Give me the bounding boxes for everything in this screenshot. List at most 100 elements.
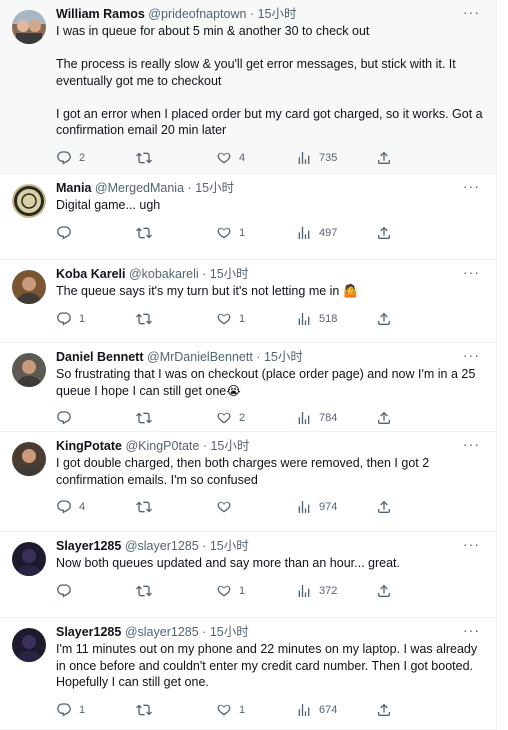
views-button[interactable]: 674 xyxy=(296,702,376,718)
more-options-icon[interactable]: ··· xyxy=(463,347,480,363)
like-button[interactable]: 4 xyxy=(216,150,296,166)
author-handle[interactable]: @KingP0tate xyxy=(125,439,199,453)
avatar-dark-figure-photo[interactable] xyxy=(12,542,46,576)
timestamp[interactable]: 15小时 xyxy=(264,350,303,364)
like-button[interactable] xyxy=(216,499,296,515)
reply-button[interactable] xyxy=(56,583,136,599)
more-options-icon[interactable]: ··· xyxy=(463,536,480,552)
tweet[interactable]: ··· Daniel Bennett @MrDanielBennett · 15… xyxy=(0,343,496,432)
separator-dot: · xyxy=(202,539,207,553)
more-options-icon[interactable]: ··· xyxy=(463,4,480,20)
timestamp[interactable]: 15小时 xyxy=(195,181,234,195)
retweet-button[interactable] xyxy=(136,499,216,515)
tweet-header: William Ramos @prideofnaptown · 15小时 xyxy=(56,6,484,22)
avatar-man-photo[interactable] xyxy=(12,353,46,387)
like-button[interactable]: 1 xyxy=(216,225,296,241)
views-button[interactable]: 518 xyxy=(296,311,376,327)
like-button[interactable]: 2 xyxy=(216,410,296,426)
retweet-button[interactable] xyxy=(136,225,216,241)
views-button[interactable]: 372 xyxy=(296,583,376,599)
author-handle[interactable]: @slayer1285 xyxy=(125,539,199,553)
retweet-button[interactable] xyxy=(136,150,216,166)
like-icon xyxy=(217,704,231,715)
reply-button[interactable] xyxy=(56,225,136,241)
retweet-icon xyxy=(136,585,152,596)
views-icon xyxy=(298,226,310,239)
views-button[interactable]: 784 xyxy=(296,410,376,426)
views-count: 497 xyxy=(319,226,338,239)
share-button[interactable] xyxy=(376,311,399,327)
reply-button[interactable]: 2 xyxy=(56,150,136,166)
author-name[interactable]: Daniel Bennett xyxy=(56,350,144,364)
retweet-button[interactable] xyxy=(136,583,216,599)
views-button[interactable]: 497 xyxy=(296,225,376,241)
separator-dot: · xyxy=(256,350,261,364)
reply-button[interactable]: 1 xyxy=(56,311,136,327)
avatar-guitar-photo[interactable] xyxy=(12,270,46,304)
author-handle[interactable]: @MrDanielBennett xyxy=(147,350,253,364)
more-options-icon[interactable]: ··· xyxy=(463,178,480,194)
retweet-button[interactable] xyxy=(136,410,216,426)
more-options-icon[interactable]: ··· xyxy=(463,436,480,452)
tweet[interactable]: ··· KingPotate @KingP0tate · 15小时 I got … xyxy=(0,432,496,532)
tweet-header: Mania @MergedMania · 15小时 xyxy=(56,180,484,196)
avatar-couple-photo[interactable] xyxy=(12,10,46,44)
avatar-bearded-man-photo[interactable] xyxy=(12,442,46,476)
share-button[interactable] xyxy=(376,410,399,426)
tweet-text: I was in queue for about 5 min & another… xyxy=(56,23,484,139)
timestamp[interactable]: 15小时 xyxy=(210,439,249,453)
views-icon xyxy=(298,703,310,716)
tweet[interactable]: ··· Koba Kareli @kobakareli · 15小时 The q… xyxy=(0,260,496,343)
timestamp[interactable]: 15小时 xyxy=(210,625,249,639)
reply-button[interactable] xyxy=(56,410,136,426)
author-handle[interactable]: @kobakareli xyxy=(129,267,199,281)
author-handle[interactable]: @MergedMania xyxy=(95,181,184,195)
like-button[interactable]: 1 xyxy=(216,311,296,327)
reply-button[interactable]: 1 xyxy=(56,702,136,718)
author-name[interactable]: KingPotate xyxy=(56,439,122,453)
avatar-dark-figure-photo[interactable] xyxy=(12,628,46,662)
share-button[interactable] xyxy=(376,150,399,166)
tweet[interactable]: ··· Slayer1285 @slayer1285 · 15小时 I'm 11… xyxy=(0,618,496,730)
author-handle[interactable]: @slayer1285 xyxy=(125,625,199,639)
retweet-button[interactable] xyxy=(136,702,216,718)
tweet[interactable]: ··· Slayer1285 @slayer1285 · 15小时 Now bo… xyxy=(0,532,496,618)
avatar-seal-emblem[interactable] xyxy=(12,184,46,218)
retweet-icon xyxy=(136,412,152,424)
share-icon xyxy=(378,584,390,597)
views-icon xyxy=(298,501,310,513)
reply-button[interactable]: 4 xyxy=(56,499,136,515)
retweet-button[interactable] xyxy=(136,311,216,327)
tweet-header: Daniel Bennett @MrDanielBennett · 15小时 xyxy=(56,349,484,365)
author-name[interactable]: Mania xyxy=(56,181,91,195)
author-name[interactable]: William Ramos xyxy=(56,7,145,21)
author-handle[interactable]: @prideofnaptown xyxy=(148,7,246,21)
views-button[interactable]: 974 xyxy=(296,499,376,515)
views-button[interactable]: 735 xyxy=(296,150,376,166)
author-name[interactable]: Slayer1285 xyxy=(56,625,121,639)
share-button[interactable] xyxy=(376,702,399,718)
timestamp[interactable]: 15小时 xyxy=(210,267,249,281)
separator-dot: · xyxy=(187,181,192,195)
views-count: 674 xyxy=(319,703,338,716)
more-options-icon[interactable]: ··· xyxy=(463,264,480,280)
like-button[interactable]: 1 xyxy=(216,583,296,599)
views-icon xyxy=(298,312,310,325)
author-name[interactable]: Slayer1285 xyxy=(56,539,121,553)
share-icon xyxy=(378,703,390,716)
like-button[interactable]: 1 xyxy=(216,702,296,718)
tweet[interactable]: ··· William Ramos @prideofnaptown · 15小时… xyxy=(0,0,496,174)
share-button[interactable] xyxy=(376,583,399,599)
timestamp[interactable]: 15小时 xyxy=(210,539,249,553)
share-button[interactable] xyxy=(376,499,399,515)
timestamp[interactable]: 15小时 xyxy=(258,7,297,21)
author-name[interactable]: Koba Kareli xyxy=(56,267,125,281)
share-button[interactable] xyxy=(376,225,399,241)
tweet-header: Slayer1285 @slayer1285 · 15小时 xyxy=(56,538,484,554)
like-count: 4 xyxy=(239,151,246,164)
tweet-paragraph: Digital game... ugh xyxy=(56,198,161,212)
like-count: 1 xyxy=(239,226,246,239)
views-count: 784 xyxy=(319,412,338,424)
more-options-icon[interactable]: ··· xyxy=(463,622,480,638)
tweet[interactable]: ··· Mania @MergedMania · 15小时 Digital ga… xyxy=(0,174,496,260)
